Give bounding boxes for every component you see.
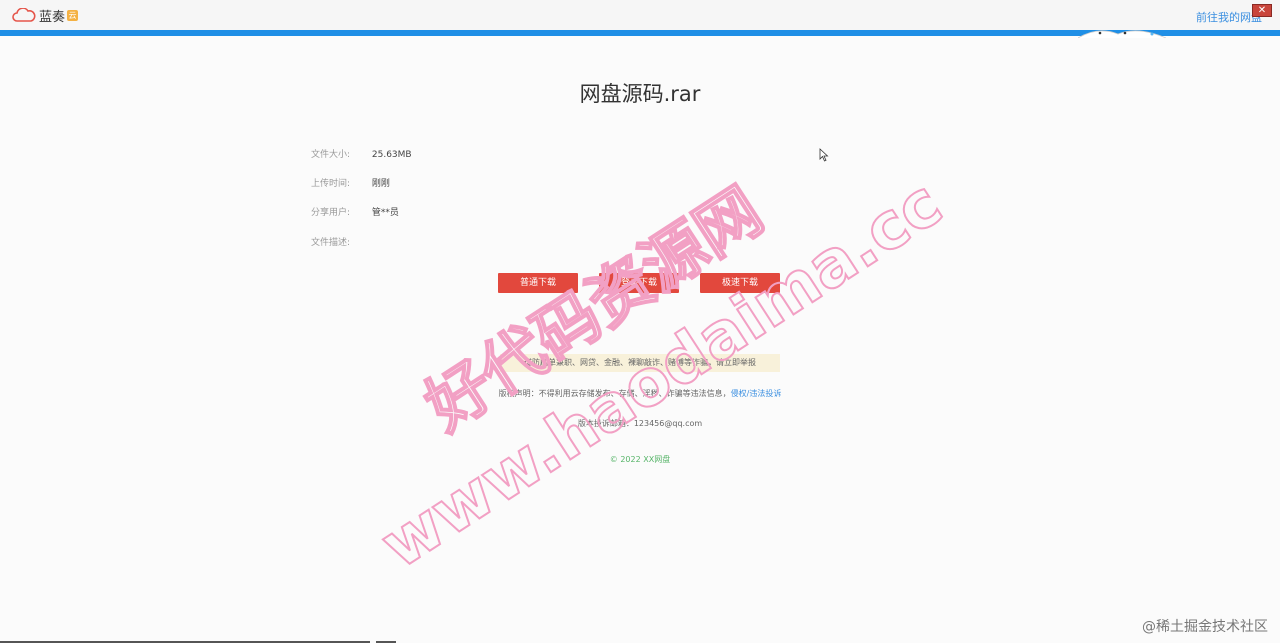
top-bar: 蓝奏 云 前往我的网盘 ✕ <box>0 0 1280 30</box>
fast-download-button[interactable]: 极速下载 <box>700 273 780 293</box>
normal-download-button[interactable]: 普通下载 <box>498 273 578 293</box>
mascot-icon <box>1078 30 1166 38</box>
watermark-line2: www.haodaima.cc <box>368 167 955 584</box>
cloud-icon <box>12 8 36 22</box>
footer-copyright: © 2022 XX网盘 <box>609 455 671 464</box>
report-link[interactable]: 侵权/违法投诉 <box>731 389 782 398</box>
info-label: 文件大小: <box>311 150 351 160</box>
logo-text: 蓝奏 <box>39 9 66 25</box>
upload-time-row: 上传时间: 刚刚 <box>311 176 390 189</box>
copyright-text: 版权声明：不得利用云存储发布、存储、淫秽、诈骗等违法信息， <box>498 389 731 398</box>
file-desc-row: 文件描述: <box>311 235 369 248</box>
attribution-text: @稀土掘金技术社区 <box>1142 619 1268 635</box>
copyright-statement: 版权声明：不得利用云存储发布、存储、淫秽、诈骗等违法信息，侵权/违法投诉 <box>0 388 1280 399</box>
logo[interactable]: 蓝奏 云 <box>12 6 79 25</box>
fraud-notice: 谨防刷单兼职、网贷、金融、裸聊敲诈、赌博等诈骗，请立即举报 <box>500 354 780 372</box>
file-size-row: 文件大小: 25.63MB <box>311 147 412 160</box>
file-title: 网盘源码.rar <box>579 82 701 106</box>
close-button[interactable]: ✕ <box>1252 4 1272 17</box>
info-label: 文件描述: <box>311 238 351 248</box>
share-user-row: 分享用户: 管**员 <box>311 205 399 218</box>
logo-badge: 云 <box>67 9 79 21</box>
info-label: 上传时间: <box>311 179 351 189</box>
contact-email: 版本投诉邮箱：123456@qq.com <box>577 419 703 428</box>
info-label: 分享用户: <box>311 208 351 218</box>
info-value: 刚刚 <box>371 179 390 189</box>
info-value: 25.63MB <box>371 150 412 160</box>
login-download-button[interactable]: 登录下载 <box>599 273 679 293</box>
info-value: 管**员 <box>371 208 399 218</box>
watermark-line1: 好代码资源网 <box>413 174 776 446</box>
mouse-cursor-icon <box>819 148 829 162</box>
